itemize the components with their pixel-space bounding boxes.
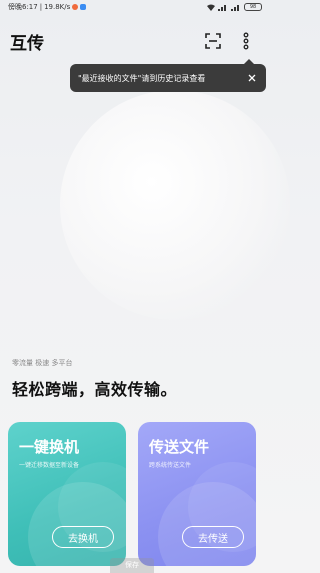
battery-icon: 98 (244, 3, 262, 11)
scan-icon[interactable] (205, 33, 221, 49)
card-title: 一键换机 (19, 438, 80, 456)
close-icon[interactable] (246, 72, 258, 84)
page-title: 互传 (10, 33, 44, 54)
status-separator: | (39, 3, 43, 11)
card-title: 传送文件 (149, 438, 210, 456)
app-header: 互传 (0, 24, 270, 58)
bottom-hint: 保存 (110, 558, 154, 573)
history-tooltip: "最近接收的文件"请到历史记录查看 (70, 59, 266, 92)
app-notification-icon-2 (80, 4, 87, 10)
go-clone-button[interactable]: 去换机 (52, 526, 114, 548)
go-send-button[interactable]: 去传送 (182, 526, 244, 548)
network-speed: 19.8K/s (44, 3, 71, 11)
more-icon[interactable] (241, 32, 251, 50)
signal-icon (218, 4, 226, 11)
app-notification-icon (72, 4, 79, 10)
card-subtitle: 跨系统传送文件 (149, 462, 192, 469)
hero-decoration (60, 90, 290, 320)
status-right: 98 (207, 3, 262, 11)
signal-icon-2 (231, 4, 239, 11)
status-bar: 傍晚6:17 | 19.8K/s 98 (0, 0, 270, 14)
send-files-card[interactable]: 传送文件 跨系统传送文件 去传送 (138, 422, 256, 566)
feature-tags: 零流量 极速 多平台 (12, 359, 73, 367)
card-subtitle: 一键迁移数据至新设备 (19, 462, 80, 469)
wifi-icon (207, 4, 215, 11)
hero-slogan: 轻松跨端，高效传输。 (12, 380, 178, 399)
status-time: 傍晚6:17 (8, 3, 38, 11)
status-left: 傍晚6:17 | 19.8K/s (8, 2, 87, 12)
phone-clone-card[interactable]: 一键换机 一键迁移数据至新设备 去换机 (8, 422, 126, 566)
tooltip-text: "最近接收的文件"请到历史记录查看 (78, 73, 206, 83)
